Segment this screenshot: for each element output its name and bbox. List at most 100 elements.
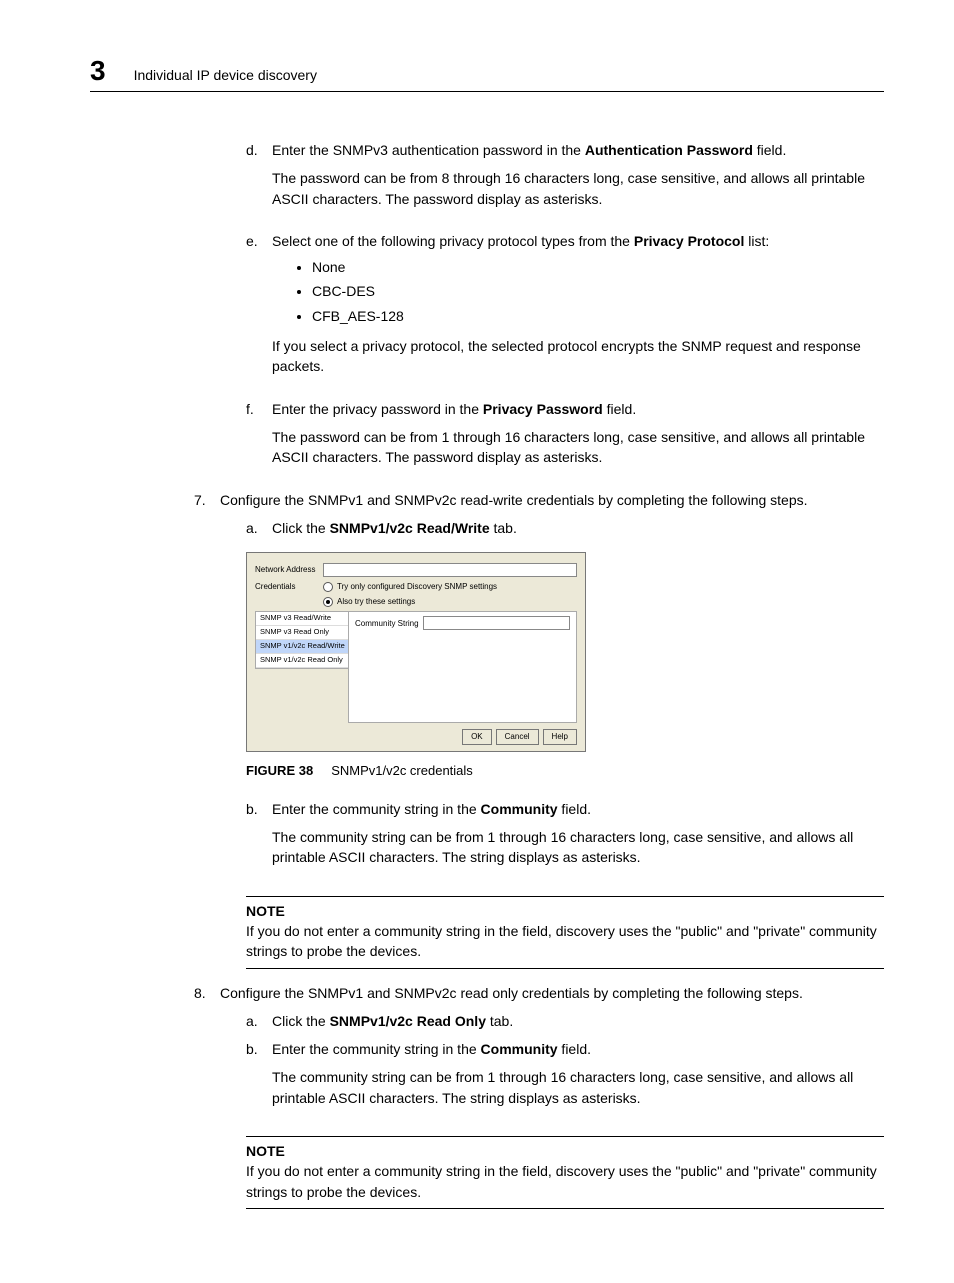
paragraph: The community string can be from 1 throu… bbox=[272, 827, 884, 868]
tab-snmpv3-ro[interactable]: SNMP v3 Read Only bbox=[256, 626, 348, 640]
substep-d-body: Enter the SNMPv3 authentication password… bbox=[272, 140, 884, 223]
marker: a. bbox=[246, 1011, 272, 1031]
tab-snmpv1v2c-rw[interactable]: SNMP v1/v2c Read/Write bbox=[256, 640, 348, 654]
marker: b. bbox=[246, 799, 272, 882]
text: Enter the privacy password in the bbox=[272, 401, 483, 417]
note-box: NOTE If you do not enter a community str… bbox=[246, 1136, 884, 1209]
substep-d: d. Enter the SNMPv3 authentication passw… bbox=[246, 140, 884, 223]
substep-8b: b. Enter the community string in the Com… bbox=[246, 1039, 884, 1122]
header-title: Individual IP device discovery bbox=[134, 67, 317, 83]
marker: d. bbox=[246, 140, 272, 223]
figure-caption: FIGURE 38 SNMPv1/v2c credentials bbox=[246, 762, 884, 781]
text: tab. bbox=[490, 520, 517, 536]
radio-try-only[interactable]: Try only configured Discovery SNMP setti… bbox=[323, 581, 497, 593]
page: 3 Individual IP device discovery d. Ente… bbox=[0, 0, 954, 1283]
substep-f-body: Enter the privacy password in the Privac… bbox=[272, 399, 884, 482]
text: Select one of the following privacy prot… bbox=[272, 233, 634, 249]
radio-also-try[interactable]: Also try these settings bbox=[323, 596, 497, 608]
bold: Community bbox=[481, 801, 558, 817]
dialog-pane: Community String bbox=[348, 611, 577, 723]
substep-7a: a. Click the SNMPv1/v2c Read/Write tab. bbox=[246, 518, 884, 538]
text: Click the bbox=[272, 1013, 330, 1029]
bullet-list: None CBC-DES CFB_AES-128 bbox=[272, 257, 884, 326]
bold: Privacy Protocol bbox=[634, 233, 745, 249]
step-8-body: Configure the SNMPv1 and SNMPv2c read on… bbox=[220, 983, 884, 1003]
text: Enter the community string in the bbox=[272, 1041, 481, 1057]
step-7: 7. Configure the SNMPv1 and SNMPv2c read… bbox=[194, 490, 884, 510]
substep-f: f. Enter the privacy password in the Pri… bbox=[246, 399, 884, 482]
text: field. bbox=[603, 401, 636, 417]
marker: e. bbox=[246, 231, 272, 391]
substep-8a: a. Click the SNMPv1/v2c Read Only tab. bbox=[246, 1011, 884, 1031]
content-body: d. Enter the SNMPv3 authentication passw… bbox=[220, 140, 884, 1209]
list-item: None bbox=[312, 257, 884, 277]
list-item: CBC-DES bbox=[312, 281, 884, 301]
community-string-input[interactable] bbox=[423, 616, 570, 630]
dialog-buttons: OK Cancel Help bbox=[255, 729, 577, 745]
bold: Privacy Password bbox=[483, 401, 603, 417]
figure-caption-text: SNMPv1/v2c credentials bbox=[331, 763, 473, 778]
substep-8a-body: Click the SNMPv1/v2c Read Only tab. bbox=[272, 1011, 884, 1031]
community-string-row: Community String bbox=[355, 616, 570, 630]
dialog-tabs: SNMP v3 Read/Write SNMP v3 Read Only SNM… bbox=[255, 611, 349, 669]
dialog-snmp-credentials: Network Address Credentials Try only con… bbox=[246, 552, 586, 752]
substep-7a-body: Click the SNMPv1/v2c Read/Write tab. bbox=[272, 518, 884, 538]
dialog-row-network-address: Network Address bbox=[255, 563, 577, 577]
page-header: 3 Individual IP device discovery bbox=[90, 55, 884, 92]
tab-snmpv1v2c-ro[interactable]: SNMP v1/v2c Read Only bbox=[256, 654, 348, 668]
help-button[interactable]: Help bbox=[543, 729, 577, 745]
text: field. bbox=[753, 142, 786, 158]
substep-7b: b. Enter the community string in the Com… bbox=[246, 799, 884, 882]
text: Click the bbox=[272, 520, 330, 536]
marker: 7. bbox=[194, 490, 220, 510]
dialog-body: SNMP v3 Read/Write SNMP v3 Read Only SNM… bbox=[255, 611, 577, 723]
ok-button[interactable]: OK bbox=[462, 729, 492, 745]
marker: f. bbox=[246, 399, 272, 482]
note-text: If you do not enter a community string i… bbox=[246, 921, 884, 962]
credentials-radios: Try only configured Discovery SNMP setti… bbox=[323, 581, 497, 607]
radio-label: Also try these settings bbox=[337, 596, 415, 608]
paragraph: The password can be from 8 through 16 ch… bbox=[272, 168, 884, 209]
step-7-body: Configure the SNMPv1 and SNMPv2c read-wr… bbox=[220, 490, 884, 510]
note-box: NOTE If you do not enter a community str… bbox=[246, 896, 884, 969]
credentials-label: Credentials bbox=[255, 581, 323, 593]
marker: b. bbox=[246, 1039, 272, 1122]
note-label: NOTE bbox=[246, 901, 884, 921]
tab-snmpv3-rw[interactable]: SNMP v3 Read/Write bbox=[256, 612, 348, 626]
text: field. bbox=[558, 801, 591, 817]
text: tab. bbox=[486, 1013, 513, 1029]
note-text: If you do not enter a community string i… bbox=[246, 1161, 884, 1202]
chapter-number: 3 bbox=[90, 55, 106, 87]
text: field. bbox=[558, 1041, 591, 1057]
bold: SNMPv1/v2c Read/Write bbox=[330, 520, 490, 536]
substep-7b-body: Enter the community string in the Commun… bbox=[272, 799, 884, 882]
network-address-label: Network Address bbox=[255, 564, 323, 576]
figure-38: Network Address Credentials Try only con… bbox=[246, 552, 884, 752]
bold: SNMPv1/v2c Read Only bbox=[330, 1013, 486, 1029]
substep-8b-body: Enter the community string in the Commun… bbox=[272, 1039, 884, 1122]
paragraph: The password can be from 1 through 16 ch… bbox=[272, 427, 884, 468]
step-8: 8. Configure the SNMPv1 and SNMPv2c read… bbox=[194, 983, 884, 1003]
bold: Authentication Password bbox=[585, 142, 753, 158]
marker: a. bbox=[246, 518, 272, 538]
paragraph: If you select a privacy protocol, the se… bbox=[272, 336, 884, 377]
text: Enter the SNMPv3 authentication password… bbox=[272, 142, 585, 158]
substep-e: e. Select one of the following privacy p… bbox=[246, 231, 884, 391]
text: Configure the SNMPv1 and SNMPv2c read-wr… bbox=[220, 492, 808, 508]
radio-label: Try only configured Discovery SNMP setti… bbox=[337, 581, 497, 593]
marker: 8. bbox=[194, 983, 220, 1003]
text: Configure the SNMPv1 and SNMPv2c read on… bbox=[220, 985, 803, 1001]
text: Enter the community string in the bbox=[272, 801, 481, 817]
list-item: CFB_AES-128 bbox=[312, 306, 884, 326]
figure-label: FIGURE 38 bbox=[246, 763, 313, 778]
paragraph: The community string can be from 1 throu… bbox=[272, 1067, 884, 1108]
cancel-button[interactable]: Cancel bbox=[496, 729, 539, 745]
radio-icon bbox=[323, 582, 333, 592]
dialog-row-credentials: Credentials Try only configured Discover… bbox=[255, 581, 577, 607]
network-address-input[interactable] bbox=[323, 563, 577, 577]
note-label: NOTE bbox=[246, 1141, 884, 1161]
radio-icon bbox=[323, 597, 333, 607]
bold: Community bbox=[481, 1041, 558, 1057]
substep-e-body: Select one of the following privacy prot… bbox=[272, 231, 884, 391]
text: list: bbox=[744, 233, 769, 249]
